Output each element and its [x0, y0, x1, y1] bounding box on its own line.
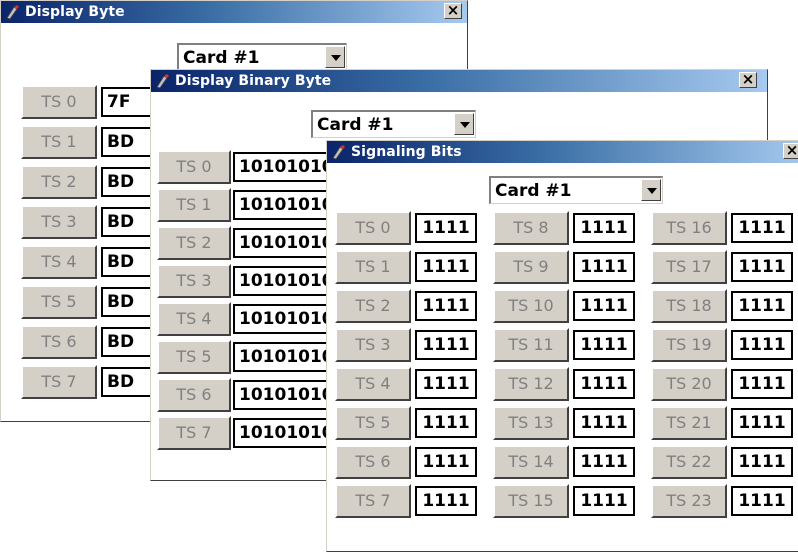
- timeslot-button[interactable]: TS 6: [21, 325, 97, 359]
- timeslot-button[interactable]: TS 6: [157, 378, 231, 412]
- timeslot-value: 1111: [573, 252, 635, 282]
- chevron-down-icon[interactable]: [325, 46, 345, 68]
- timeslot-button[interactable]: TS 7: [335, 484, 411, 518]
- timeslot-button[interactable]: TS 5: [21, 285, 97, 319]
- timeslot-button[interactable]: TS 0: [157, 150, 231, 184]
- timeslot-button[interactable]: TS 20: [651, 367, 727, 401]
- timeslot-value: 1111: [415, 486, 477, 516]
- title-bar[interactable]: Display Byte ×: [1, 1, 467, 23]
- timeslot-button[interactable]: TS 21: [651, 406, 727, 440]
- card-select-value: Card #1: [183, 48, 260, 68]
- timeslot-value: 1111: [731, 252, 793, 282]
- timeslot-button[interactable]: TS 7: [157, 416, 231, 450]
- title-bar[interactable]: Display Binary Byte ×: [151, 70, 767, 92]
- timeslot-button[interactable]: TS 1: [21, 125, 97, 159]
- timeslot-value: 1111: [573, 408, 635, 438]
- timeslot-button[interactable]: TS 3: [335, 328, 411, 362]
- timeslot-value: 1111: [415, 330, 477, 360]
- timeslot-button[interactable]: TS 22: [651, 445, 727, 479]
- timeslot-button[interactable]: TS 19: [651, 328, 727, 362]
- card-select[interactable]: Card #1: [311, 110, 476, 138]
- card-select-value: Card #1: [495, 181, 572, 201]
- timeslot-value: 1111: [415, 291, 477, 321]
- timeslot-button[interactable]: TS 3: [157, 264, 231, 298]
- timeslot-button[interactable]: TS 11: [493, 328, 569, 362]
- timeslot-button[interactable]: TS 10: [493, 289, 569, 323]
- timeslot-value: 1111: [573, 291, 635, 321]
- timeslot-button[interactable]: TS 6: [335, 445, 411, 479]
- app-icon: [6, 5, 19, 20]
- timeslot-button[interactable]: TS 2: [157, 226, 231, 260]
- timeslot-button[interactable]: TS 15: [493, 484, 569, 518]
- timeslot-value: 1111: [573, 369, 635, 399]
- timeslot-value: 1111: [731, 408, 793, 438]
- timeslot-value: 1111: [731, 330, 793, 360]
- card-select[interactable]: Card #1: [489, 176, 663, 204]
- close-button[interactable]: ×: [783, 141, 798, 159]
- close-icon: ×: [446, 1, 460, 19]
- window-title: Display Byte: [25, 4, 125, 20]
- app-icon: [332, 145, 345, 160]
- timeslot-value: 1111: [573, 447, 635, 477]
- title-bar[interactable]: Signaling Bits ×: [327, 141, 798, 163]
- timeslot-button[interactable]: TS 0: [335, 211, 411, 245]
- timeslot-value: 1111: [731, 369, 793, 399]
- window-title: Signaling Bits: [351, 144, 462, 160]
- timeslot-value: 1111: [415, 213, 477, 243]
- timeslot-button[interactable]: TS 14: [493, 445, 569, 479]
- timeslot-button[interactable]: TS 13: [493, 406, 569, 440]
- timeslot-button[interactable]: TS 16: [651, 211, 727, 245]
- timeslot-button[interactable]: TS 2: [21, 165, 97, 199]
- timeslot-value: 1111: [415, 252, 477, 282]
- timeslot-value: 1111: [731, 291, 793, 321]
- timeslot-button[interactable]: TS 2: [335, 289, 411, 323]
- app-icon: [156, 74, 169, 89]
- timeslot-button[interactable]: TS 4: [157, 302, 231, 336]
- timeslot-button[interactable]: TS 23: [651, 484, 727, 518]
- timeslot-button[interactable]: TS 0: [21, 85, 97, 119]
- timeslot-button[interactable]: TS 4: [335, 367, 411, 401]
- timeslot-value: 1111: [415, 408, 477, 438]
- timeslot-button[interactable]: TS 12: [493, 367, 569, 401]
- window-title: Display Binary Byte: [175, 73, 332, 89]
- timeslot-value: 1111: [731, 447, 793, 477]
- close-button[interactable]: ×: [444, 1, 462, 19]
- timeslot-value: 1111: [573, 213, 635, 243]
- timeslot-button[interactable]: TS 3: [21, 205, 97, 239]
- timeslot-button[interactable]: TS 7: [21, 365, 97, 399]
- timeslot-button[interactable]: TS 1: [335, 250, 411, 284]
- signaling-bits-window: Signaling Bits × Card #1 TS 0 1111 TS 1 111…: [326, 140, 798, 552]
- timeslot-button[interactable]: TS 9: [493, 250, 569, 284]
- close-icon: ×: [785, 141, 798, 159]
- card-select[interactable]: Card #1: [177, 43, 347, 71]
- card-select-value: Card #1: [317, 115, 394, 135]
- close-icon: ×: [741, 70, 755, 88]
- timeslot-value: 1111: [731, 213, 793, 243]
- timeslot-button[interactable]: TS 1: [157, 188, 231, 222]
- timeslot-value: 1111: [415, 369, 477, 399]
- chevron-down-icon[interactable]: [641, 179, 661, 201]
- timeslot-button[interactable]: TS 8: [493, 211, 569, 245]
- timeslot-value: 1111: [573, 486, 635, 516]
- timeslot-value: 1111: [415, 447, 477, 477]
- timeslot-button[interactable]: TS 17: [651, 250, 727, 284]
- timeslot-value: 1111: [573, 330, 635, 360]
- timeslot-button[interactable]: TS 18: [651, 289, 727, 323]
- timeslot-button[interactable]: TS 5: [335, 406, 411, 440]
- close-button[interactable]: ×: [739, 70, 757, 88]
- window-content: Card #1 TS 0 1111 TS 1 1111 TS 2 1111 TS 3 1111…: [327, 163, 798, 551]
- chevron-down-icon[interactable]: [454, 113, 474, 135]
- timeslot-button[interactable]: TS 4: [21, 245, 97, 279]
- timeslot-value: 1111: [731, 486, 793, 516]
- timeslot-button[interactable]: TS 5: [157, 340, 231, 374]
